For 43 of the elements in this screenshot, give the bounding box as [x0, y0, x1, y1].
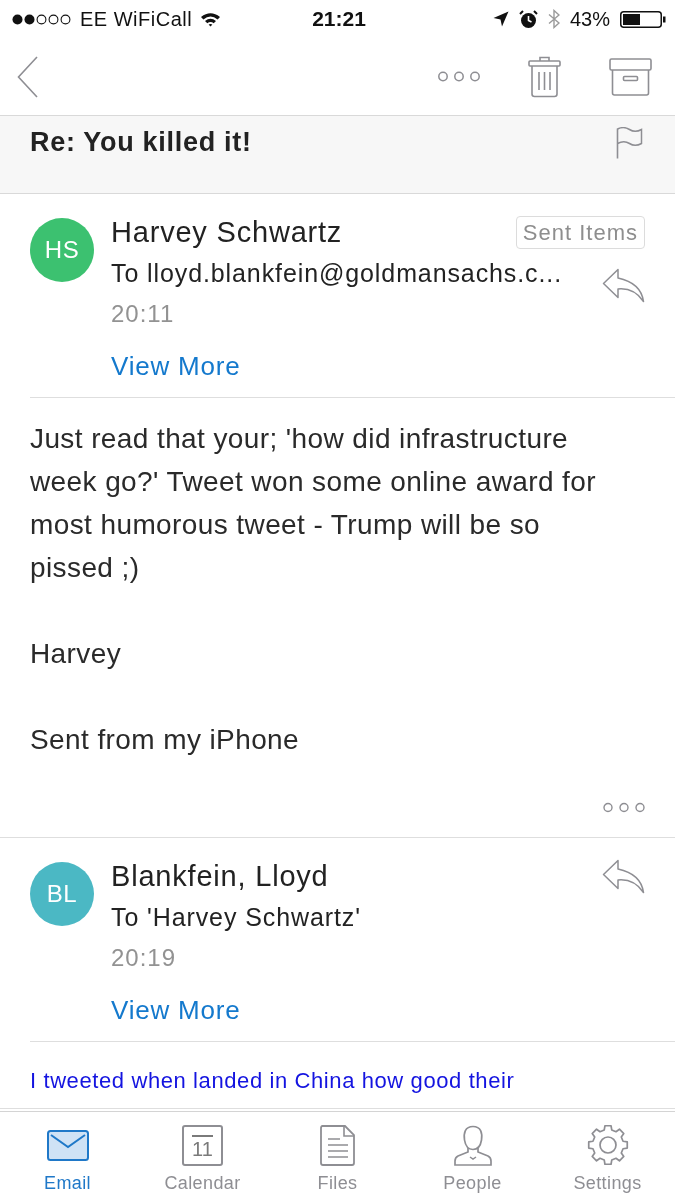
sender-avatar: BL	[30, 862, 94, 926]
body-paragraph: Sent from my iPhone	[30, 723, 301, 757]
tab[interactable]: Files	[270, 1112, 405, 1200]
wifi-icon	[200, 11, 222, 27]
body-paragraph: Harvey	[30, 637, 123, 671]
body-paragraph: Just read that your; 'how did infrastructure week go?' Tweet won some online award for most humorous tweet - Trump will be so pissed ;)	[30, 422, 597, 585]
tab[interactable]: People	[405, 1112, 540, 1200]
carrier-name: EE WiFiCall	[80, 7, 193, 31]
document-icon	[320, 1124, 355, 1166]
message-more-button[interactable]	[603, 802, 645, 813]
reply-button[interactable]	[602, 268, 645, 303]
archive-button[interactable]	[609, 57, 652, 96]
sent-time: 20:11	[111, 299, 176, 329]
folder-label: Sent Items	[515, 215, 645, 249]
clock-time: 21:21	[312, 7, 366, 31]
delete-button[interactable]	[528, 55, 561, 98]
battery-icon	[620, 10, 666, 28]
sender-name: Harvey Schwartz	[111, 215, 343, 250]
envelope-icon	[46, 1129, 89, 1161]
body-paragraph: I tweeted when landed in China how good their	[30, 1067, 516, 1095]
view-more-link[interactable]: View More	[111, 990, 241, 1030]
person-icon	[453, 1124, 492, 1166]
battery-percent: 43%	[569, 7, 610, 31]
bluetooth-icon	[547, 9, 560, 29]
more-button[interactable]	[438, 71, 480, 82]
settings-icon	[586, 1124, 629, 1166]
location-arrow-icon	[492, 11, 509, 27]
recipient-line: To 'Harvey Schwartz'	[111, 902, 361, 933]
reply-button[interactable]	[602, 858, 645, 894]
sent-time: 20:19	[111, 943, 178, 973]
sender-avatar: HS	[30, 218, 94, 282]
tab[interactable]: 11 Calendar	[135, 1112, 270, 1200]
recipient-line: To lloyd.blankfein@goldmansachs.c...	[111, 258, 563, 289]
tab[interactable]: Settings	[540, 1112, 675, 1200]
alarm-clock-icon	[518, 9, 538, 29]
subject-title: Re: You killed it!	[30, 126, 252, 158]
signal-icon	[12, 13, 72, 25]
tab[interactable]: Email	[0, 1112, 135, 1200]
calendar-date: 11	[192, 1135, 213, 1159]
sender-name: Blankfein, Lloyd	[111, 859, 329, 894]
view-more-link[interactable]: View More	[111, 346, 241, 386]
flag-button[interactable]	[616, 127, 643, 159]
back-button[interactable]	[17, 55, 38, 98]
